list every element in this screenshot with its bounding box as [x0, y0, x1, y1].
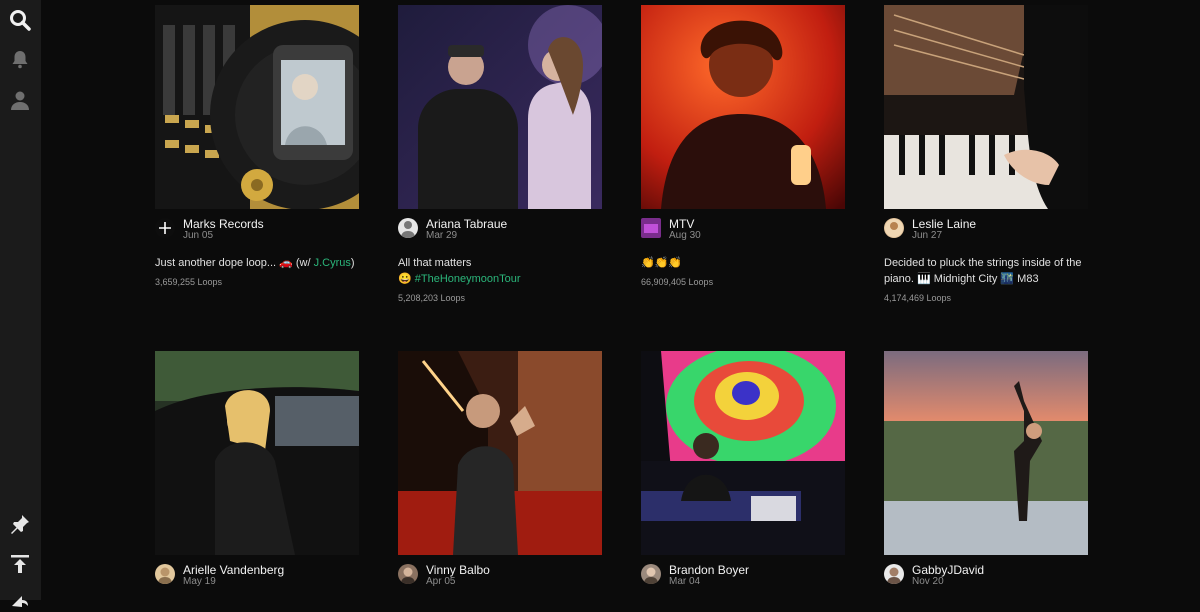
post-author[interactable]: Marks Records: [183, 217, 264, 231]
post-date: Nov 20: [912, 576, 944, 587]
post-date: Jun 27: [912, 230, 943, 241]
post-date: May 19: [183, 576, 216, 587]
post-thumbnail[interactable]: [641, 351, 845, 555]
feed-grid: Marks Records Jun 05 Just another dope l…: [0, 0, 1200, 600]
post-date: Apr 05: [426, 576, 456, 587]
post-card[interactable]: Vinny Balbo Apr 05: [398, 351, 602, 595]
post-date: Jun 05: [183, 230, 214, 241]
caption-text: All that matters: [398, 257, 472, 269]
loop-count: 3,659,255 Loops: [155, 277, 223, 287]
caption-text-end: ): [350, 257, 355, 269]
post-card[interactable]: Brandon Boyer Mar 04: [641, 351, 845, 595]
mention-link[interactable]: J.Cyrus: [314, 257, 351, 269]
post-author[interactable]: Vinny Balbo: [426, 563, 490, 577]
post-date: Mar 29: [426, 230, 458, 241]
post-thumbnail[interactable]: [398, 351, 602, 555]
post-author[interactable]: Leslie Laine: [912, 217, 976, 231]
avatar[interactable]: [884, 218, 904, 238]
post-caption: Decided to pluck the strings inside of t…: [884, 257, 1082, 285]
avatar[interactable]: [398, 218, 418, 238]
post-caption: Just another dope loop... 🚗 (w/ J.Cyrus): [155, 255, 365, 271]
post-date: Mar 04: [669, 576, 701, 587]
post-card[interactable]: Ariana Tabraue Mar 29 All that matters 😀…: [398, 5, 602, 303]
post-author[interactable]: Arielle Vandenberg: [183, 563, 284, 577]
post-thumbnail[interactable]: [398, 5, 602, 209]
post-caption: 👏👏👏: [641, 257, 683, 269]
post-card[interactable]: MTV Aug 30 👏👏👏 66,909,405 Loops: [641, 5, 845, 287]
loop-count: 66,909,405 Loops: [641, 277, 714, 287]
hashtag-link[interactable]: 😀 #TheHoneymoonTour: [398, 273, 521, 285]
post-author[interactable]: MTV: [669, 217, 694, 231]
post-author[interactable]: GabbyJDavid: [912, 563, 984, 577]
post-thumbnail[interactable]: [641, 5, 845, 209]
avatar[interactable]: [155, 564, 175, 584]
caption-text: Just another dope loop... 🚗 (w/: [155, 257, 314, 269]
post-thumbnail[interactable]: [884, 351, 1088, 555]
post-author[interactable]: Brandon Boyer: [669, 563, 749, 577]
post-thumbnail[interactable]: [155, 351, 359, 555]
avatar[interactable]: [155, 218, 175, 238]
post-author[interactable]: Ariana Tabraue: [426, 217, 507, 231]
post-card[interactable]: Arielle Vandenberg May 19: [155, 351, 359, 595]
post-thumbnail[interactable]: [155, 5, 359, 209]
avatar[interactable]: [641, 218, 661, 238]
avatar[interactable]: [884, 564, 904, 584]
avatar[interactable]: [398, 564, 418, 584]
post-card[interactable]: GabbyJDavid Nov 20: [884, 351, 1088, 595]
loop-count: 4,174,469 Loops: [884, 293, 952, 303]
post-card[interactable]: Leslie Laine Jun 27 Decided to pluck the…: [884, 5, 1088, 303]
post-card[interactable]: Marks Records Jun 05 Just another dope l…: [155, 5, 359, 287]
post-thumbnail[interactable]: [884, 5, 1088, 209]
avatar[interactable]: [641, 564, 661, 584]
post-caption: All that matters 😀 #TheHoneymoonTour: [398, 255, 608, 287]
loop-count: 5,208,203 Loops: [398, 293, 466, 303]
post-date: Aug 30: [669, 230, 701, 241]
